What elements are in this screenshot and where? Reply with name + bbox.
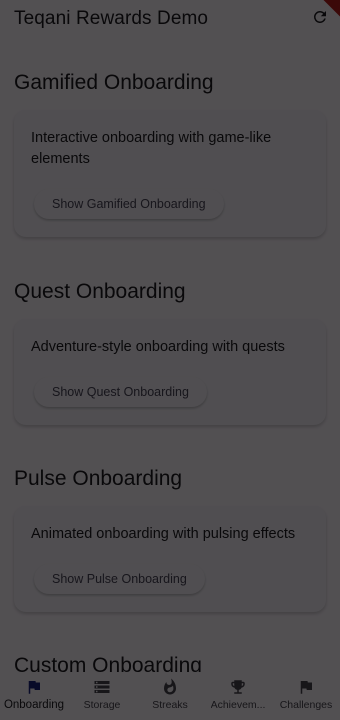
scroll-content[interactable]: Gamified Onboarding Interactive onboardi… bbox=[0, 38, 340, 672]
nav-label: Challenges bbox=[279, 699, 333, 711]
show-gamified-onboarding-button[interactable]: Show Gamified Onboarding bbox=[34, 189, 224, 219]
app-bar: Teqani Rewards Demo bbox=[0, 0, 340, 38]
section-title-quest: Quest Onboarding bbox=[14, 280, 186, 303]
nav-item-storage[interactable]: Storage bbox=[68, 672, 136, 720]
section-title-pulse: Pulse Onboarding bbox=[14, 467, 183, 490]
refresh-button[interactable] bbox=[310, 7, 330, 27]
fire-icon bbox=[160, 677, 180, 697]
card-gamified: Interactive onboarding with game-like el… bbox=[14, 110, 326, 237]
app-screen: Teqani Rewards Demo Gamified Onboarding … bbox=[0, 0, 340, 720]
nav-item-challenges[interactable]: Challenges bbox=[272, 672, 340, 720]
bottom-navigation: Onboarding Storage Streaks Achievem... C… bbox=[0, 672, 340, 720]
trophy-icon bbox=[228, 677, 248, 697]
card-description: Interactive onboarding with game-like el… bbox=[31, 130, 272, 167]
nav-label: Streaks bbox=[152, 699, 188, 711]
nav-label: Onboarding bbox=[3, 699, 65, 711]
section-title-gamified: Gamified Onboarding bbox=[14, 71, 214, 94]
app-title: Teqani Rewards Demo bbox=[14, 8, 209, 29]
show-pulse-onboarding-button[interactable]: Show Pulse Onboarding bbox=[34, 564, 205, 594]
refresh-icon bbox=[313, 10, 326, 23]
flag-icon bbox=[24, 677, 44, 697]
nav-label: Storage bbox=[83, 699, 121, 711]
nav-label: Achievem... bbox=[210, 699, 266, 711]
storage-icon bbox=[92, 677, 112, 697]
show-quest-onboarding-button[interactable]: Show Quest Onboarding bbox=[34, 377, 207, 407]
card-description: Adventure-style onboarding with quests bbox=[31, 339, 285, 355]
card-description: Animated onboarding with pulsing effects bbox=[31, 526, 296, 542]
nav-item-streaks[interactable]: Streaks bbox=[136, 672, 204, 720]
card-pulse: Animated onboarding with pulsing effects… bbox=[14, 506, 326, 612]
flag-icon bbox=[296, 677, 316, 697]
card-quest: Adventure-style onboarding with quests S… bbox=[14, 319, 326, 425]
nav-item-achievements[interactable]: Achievem... bbox=[204, 672, 272, 720]
section-title-custom: Custom Onboarding bbox=[14, 654, 202, 672]
nav-item-onboarding[interactable]: Onboarding bbox=[0, 672, 68, 720]
